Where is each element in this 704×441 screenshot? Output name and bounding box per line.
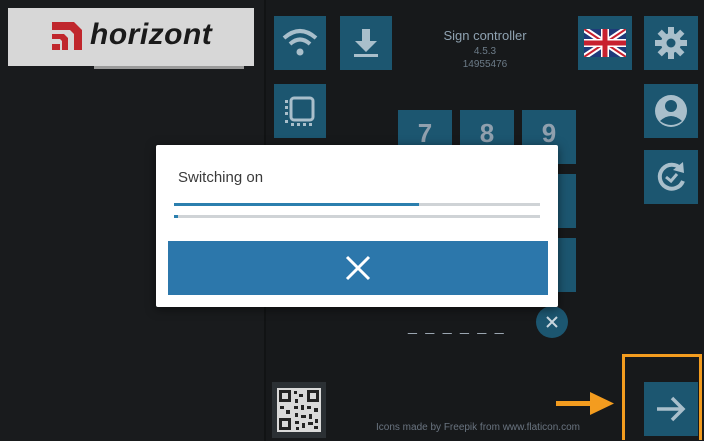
code-entry-field: _ _ _ _ _ _	[408, 318, 506, 335]
close-icon	[546, 316, 558, 328]
progress-bar-secondary	[174, 215, 540, 218]
cancel-button[interactable]	[168, 241, 548, 295]
annotation-arrow-icon	[556, 392, 614, 415]
uk-flag-icon	[584, 29, 626, 57]
icon-credit: Icons made by Freepik from www.flaticon.…	[376, 422, 580, 433]
highlight-box	[622, 354, 702, 440]
logo-underline	[94, 66, 244, 69]
app-screen: horizont Sign controller 4.5.3 14955476	[0, 0, 704, 441]
clear-code-button[interactable]	[536, 306, 568, 338]
progress-fill-secondary	[174, 215, 178, 218]
download-button[interactable]	[340, 16, 392, 70]
wifi-button[interactable]	[274, 16, 326, 70]
user-icon	[655, 95, 687, 127]
wifi-icon	[282, 29, 318, 56]
app-version: 4.5.3	[473, 46, 497, 57]
gear-icon	[655, 27, 687, 59]
select-button[interactable]	[274, 84, 326, 138]
progress-bar-primary	[174, 203, 540, 206]
progress-fill-primary	[174, 203, 420, 206]
refresh-icon	[657, 162, 685, 191]
qr-code-icon	[277, 388, 321, 432]
qr-code-button[interactable]	[272, 382, 326, 438]
close-icon	[345, 255, 371, 281]
refresh-button[interactable]	[644, 150, 698, 204]
dialog-message: Switching on	[178, 169, 264, 186]
user-button[interactable]	[644, 84, 698, 138]
device-serial: 14955476	[462, 59, 508, 70]
app-title: Sign controller	[443, 28, 527, 43]
logo-text: horizont	[90, 18, 213, 51]
progress-dialog: Switching on	[156, 145, 558, 307]
logo-mark-icon	[52, 22, 82, 50]
download-icon	[354, 29, 378, 57]
language-button[interactable]	[578, 16, 632, 70]
select-icon	[285, 96, 315, 126]
settings-button[interactable]	[644, 16, 698, 70]
logo: horizont	[8, 8, 254, 66]
